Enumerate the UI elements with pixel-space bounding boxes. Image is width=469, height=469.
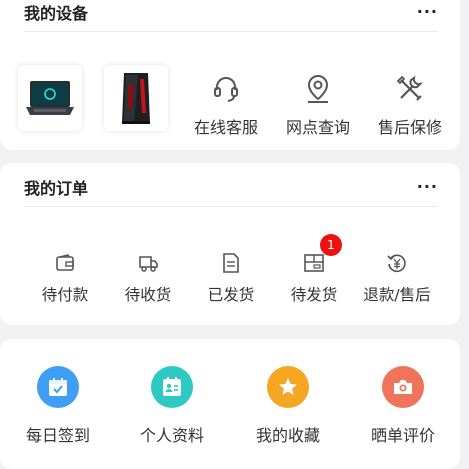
camera-icon (382, 366, 424, 408)
order-shipped-label: 已发货 (207, 286, 255, 304)
id-card-icon (151, 366, 193, 408)
document-icon (223, 253, 239, 273)
order-count-badge: 1 (320, 234, 342, 256)
daily-checkin-label: 每日签到 (25, 426, 90, 445)
favorites-label: 我的收藏 (255, 426, 320, 445)
order-shipped[interactable]: 已发货 (188, 249, 274, 305)
devices-divider (24, 31, 438, 32)
orders-title: 我的订单 (24, 179, 89, 198)
favorites-button[interactable]: 我的收藏 (240, 366, 336, 446)
orders-more-button[interactable]: ... (417, 173, 438, 192)
devices-title: 我的设备 (24, 4, 89, 23)
orders-divider (24, 206, 438, 207)
profile-button[interactable]: 个人资料 (124, 366, 220, 446)
order-pending-payment[interactable]: 待付款 (22, 249, 108, 305)
outlet-search-button[interactable]: 网点查询 (275, 66, 361, 138)
order-pending-receipt[interactable]: 待收货 (105, 249, 191, 305)
daily-checkin-button[interactable]: 每日签到 (10, 366, 106, 446)
laptop-thumbnail[interactable] (18, 65, 82, 131)
online-service-button[interactable]: 在线客服 (183, 66, 269, 138)
order-pending-shipment[interactable]: 1 待发货 (271, 234, 357, 305)
order-pending-shipment-label: 待发货 (290, 286, 338, 304)
delivery-truck-icon (139, 256, 158, 272)
review-button[interactable]: 晒单评价 (355, 366, 451, 446)
review-label: 晒单评价 (370, 426, 435, 445)
devices-more-button[interactable]: ... (417, 0, 438, 17)
package-icon (304, 254, 324, 272)
profile-label: 个人资料 (139, 426, 204, 445)
order-pending-receipt-label: 待收货 (124, 286, 172, 304)
online-service-label: 在线客服 (193, 118, 258, 137)
warranty-button[interactable]: 售后保修 (367, 66, 453, 138)
refund-yen-icon (387, 254, 406, 273)
warranty-label: 售后保修 (377, 118, 442, 137)
order-pending-payment-label: 待付款 (41, 286, 89, 304)
outlet-search-label: 网点查询 (285, 118, 350, 137)
calendar-check-icon (37, 366, 79, 408)
headset-icon (214, 77, 238, 102)
order-refund-aftersales[interactable]: 退款/售后 (354, 249, 440, 305)
repair-tools-icon (396, 75, 424, 101)
order-refund-aftersales-label: 退款/售后 (363, 286, 431, 304)
star-icon (267, 366, 309, 408)
wallet-icon (56, 254, 74, 271)
desktop-thumbnail[interactable] (104, 65, 168, 131)
location-pin-icon (307, 74, 329, 103)
